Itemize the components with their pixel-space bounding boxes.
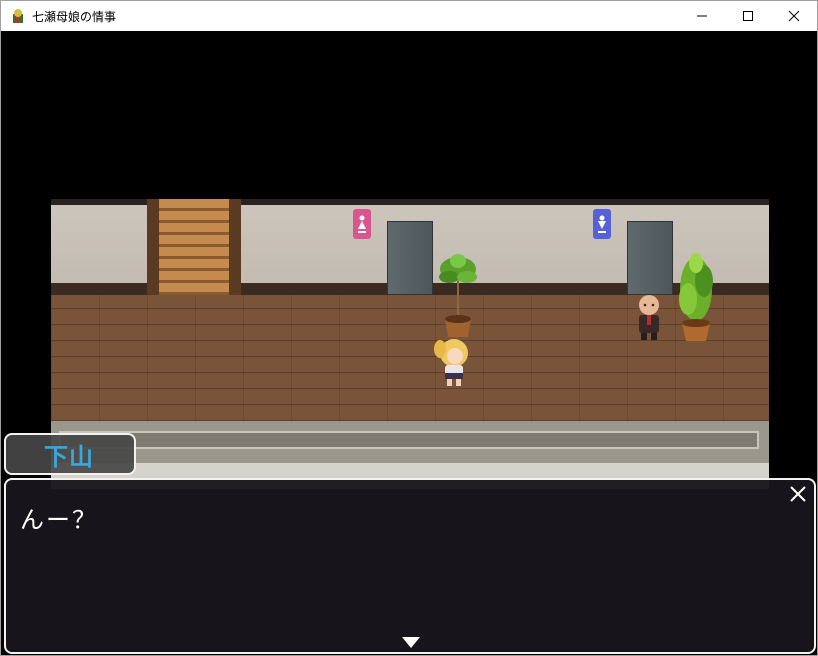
male-restroom-sign-icon — [593, 209, 611, 239]
wooden-staircase — [147, 199, 241, 295]
stair-steps — [159, 199, 229, 295]
app-icon — [10, 8, 26, 24]
maximize-icon — [743, 11, 753, 21]
message-window[interactable]: んー？ — [4, 478, 816, 654]
bald-man-character-icon — [633, 293, 665, 345]
potted-plant-icon — [673, 249, 719, 349]
message-text: んー？ — [20, 506, 98, 534]
blonde-girl-character-icon — [434, 337, 474, 391]
potted-plant-icon — [435, 251, 481, 345]
close-icon — [788, 10, 800, 22]
corridor-scene — [51, 199, 769, 489]
speaker-name-box: 下山 — [4, 433, 136, 475]
restroom-door-women — [387, 221, 433, 295]
close-button[interactable] — [771, 1, 817, 31]
game-window: 七瀬母娘の情事 下山 んー？ — [0, 0, 818, 656]
message-close-button[interactable] — [788, 484, 808, 504]
window-controls — [679, 1, 817, 31]
window-title: 七瀬母娘の情事 — [32, 9, 117, 24]
maximize-button[interactable] — [725, 1, 771, 31]
female-restroom-sign-icon — [353, 209, 371, 239]
counter-top — [59, 431, 759, 449]
message-close-icon — [790, 486, 806, 502]
advance-arrow-icon[interactable] — [402, 637, 420, 648]
game-canvas[interactable]: 下山 んー？ — [1, 31, 817, 655]
restroom-door-men — [627, 221, 673, 295]
speaker-name: 下山 — [44, 442, 94, 471]
minimize-icon — [697, 15, 707, 17]
title-bar[interactable]: 七瀬母娘の情事 — [1, 1, 817, 31]
minimize-button[interactable] — [679, 1, 725, 31]
